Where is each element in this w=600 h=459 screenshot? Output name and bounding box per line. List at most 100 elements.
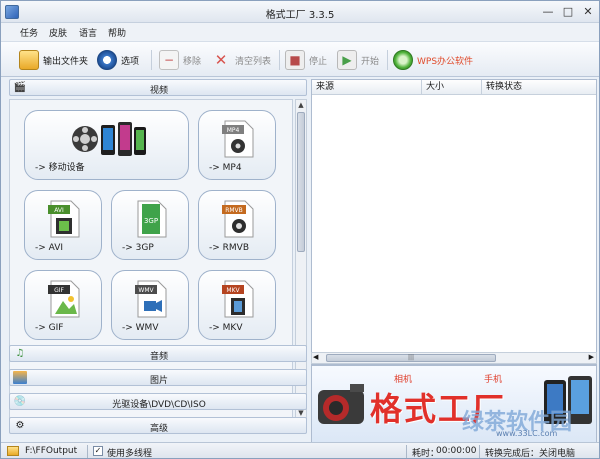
start-label: 开始 xyxy=(361,56,380,67)
toolbar-separator xyxy=(387,50,388,70)
menu-language[interactable]: 语言 xyxy=(79,26,97,39)
category-video[interactable]: 🎬 视频 xyxy=(9,79,307,96)
format-label: -> RMVB xyxy=(209,243,249,253)
menu-skin[interactable]: 皮肤 xyxy=(49,26,67,39)
format-label: -> AVI xyxy=(35,243,64,253)
toolbar-separator xyxy=(279,50,280,70)
category-advanced[interactable]: ⚙ 高级 xyxy=(9,417,307,434)
maximize-button[interactable]: □ xyxy=(559,4,577,19)
options-label: 选项 xyxy=(121,56,140,67)
format-label: -> 移动设备 xyxy=(35,163,85,173)
hscroll-thumb[interactable]: ||| xyxy=(326,354,496,362)
wps-label: WPS办公软件 xyxy=(417,56,474,67)
watermark-url: www.33LC.com xyxy=(496,429,558,438)
category-video-label: 视频 xyxy=(149,86,168,96)
output-folder-button[interactable]: 输出文件夹 xyxy=(19,48,88,72)
format-label: -> 3GP xyxy=(122,243,154,253)
category-image[interactable]: 图片 xyxy=(9,369,307,386)
output-folder-label: 输出文件夹 xyxy=(43,56,89,67)
clear-x-icon: ✕ xyxy=(214,51,228,69)
play-icon: ▶ xyxy=(337,50,357,70)
format-label: -> MP4 xyxy=(209,163,242,173)
output-path[interactable]: F:\FFOutput xyxy=(25,446,77,456)
elapsed-value: 00:00:00 xyxy=(436,446,477,456)
stop-icon: ■ xyxy=(285,50,305,70)
status-separator xyxy=(406,445,407,458)
app-window: 格式工厂 3.3.5 — □ ✕ 任务 皮肤 语言 帮助 输出文件夹 选项 − … xyxy=(0,0,600,459)
format-wmv[interactable]: WMV -> WMV xyxy=(111,270,189,340)
status-bar: F:\FFOutput ✓ 使用多线程 耗时： 00:00:00 转换完成后：关… xyxy=(1,442,599,459)
start-button[interactable]: ▶ 开始 xyxy=(337,48,379,72)
category-disc-label: 光驱设备\DVD\CD\ISO xyxy=(112,400,206,410)
file-badge: AVI xyxy=(54,207,64,214)
clear-list-label: 清空列表 xyxy=(235,56,272,67)
format-mkv[interactable]: MKV -> MKV xyxy=(198,270,276,340)
file-badge: 3GP xyxy=(144,217,158,225)
column-header-size[interactable]: 大小 xyxy=(422,80,482,95)
task-list[interactable]: 来源 大小 转换状态 xyxy=(311,79,597,365)
format-avi[interactable]: AVI -> AVI xyxy=(24,190,102,260)
mp4-file-icon: MP4 xyxy=(222,120,254,158)
rmvb-file-icon: RMVB xyxy=(222,200,254,238)
column-header-source[interactable]: 来源 xyxy=(312,80,422,95)
after-convert-action[interactable]: 转换完成后：关闭电脑 xyxy=(485,446,575,458)
menu-task[interactable]: 任务 xyxy=(20,26,38,39)
title-bar: 格式工厂 3.3.5 — □ ✕ xyxy=(1,1,599,23)
minimize-button[interactable]: — xyxy=(539,4,557,19)
mkv-file-icon: MKV xyxy=(222,280,254,318)
format-label: -> WMV xyxy=(122,323,159,333)
task-list-hscrollbar[interactable]: ◀ ||| ▶ xyxy=(311,352,597,364)
file-badge: WMV xyxy=(138,287,154,294)
scroll-up-icon[interactable]: ▲ xyxy=(296,100,306,110)
format-3gp[interactable]: 3GP -> 3GP xyxy=(111,190,189,260)
folder-icon xyxy=(19,50,39,70)
format-label: -> MKV xyxy=(209,323,243,333)
format-mp4[interactable]: MP4 -> MP4 xyxy=(198,110,276,180)
format-label: -> GIF xyxy=(35,323,64,333)
mobile-device-icon xyxy=(72,122,146,156)
category-advanced-label: 高级 xyxy=(149,424,168,434)
options-button[interactable]: 选项 xyxy=(97,48,139,72)
category-audio[interactable]: ♫ 音频 xyxy=(9,345,307,362)
window-title: 格式工厂 3.3.5 xyxy=(265,10,335,21)
multithread-checkbox[interactable]: ✓ xyxy=(93,446,103,456)
menu-help[interactable]: 帮助 xyxy=(108,26,126,39)
toolbar: 输出文件夹 选项 − 移除 ✕ 清空列表 ■ 停止 ▶ 开始 WPS办公软件 xyxy=(1,41,599,77)
scroll-thumb[interactable] xyxy=(297,112,305,252)
menu-bar: 任务 皮肤 语言 帮助 xyxy=(1,23,599,41)
format-mobile-device[interactable]: -> 移动设备 xyxy=(24,110,189,180)
category-audio-label: 音频 xyxy=(149,352,168,362)
file-badge: RMVB xyxy=(225,207,243,214)
folder-icon[interactable] xyxy=(7,446,19,456)
gif-file-icon: GIF xyxy=(48,280,80,318)
scroll-right-icon[interactable]: ▶ xyxy=(589,353,594,361)
stop-label: 停止 xyxy=(309,56,328,67)
file-badge: MP4 xyxy=(227,127,240,134)
avi-file-icon: AVI xyxy=(48,200,80,238)
multithread-label: 使用多线程 xyxy=(107,449,153,459)
camera-icon xyxy=(318,384,364,424)
category-image-label: 图片 xyxy=(149,376,168,386)
gear-icon xyxy=(97,50,117,70)
file-badge: GIF xyxy=(54,287,64,294)
close-button[interactable]: ✕ xyxy=(579,4,597,19)
3gp-file-icon: 3GP xyxy=(137,200,167,238)
format-gif[interactable]: GIF -> GIF xyxy=(24,270,102,340)
elapsed-label: 耗时： xyxy=(412,449,440,459)
remove-button[interactable]: − 移除 xyxy=(159,48,201,72)
toolbar-separator xyxy=(151,50,152,70)
format-panel: 🎬 视频 -> 移动设备 MP4 -> MP4 AVI -> AVI 3GP -… xyxy=(9,79,307,443)
wps-icon xyxy=(393,50,413,70)
wps-office-button[interactable]: WPS办公软件 xyxy=(393,48,473,72)
category-disc[interactable]: 💿 光驱设备\DVD\CD\ISO xyxy=(9,393,307,410)
format-rmvb[interactable]: RMVB -> RMVB xyxy=(198,190,276,260)
ad-banner[interactable]: 相机 手机 格式工厂 绿茶软件园 www.33LC.com xyxy=(311,365,597,443)
status-separator xyxy=(479,445,480,458)
wmv-file-icon: WMV xyxy=(135,280,167,318)
remove-icon: − xyxy=(159,50,179,70)
file-badge: MKV xyxy=(226,287,240,294)
scroll-left-icon[interactable]: ◀ xyxy=(313,353,318,361)
stop-button[interactable]: ■ 停止 xyxy=(285,48,327,72)
column-header-status[interactable]: 转换状态 xyxy=(482,80,596,95)
clear-list-button[interactable]: ✕ 清空列表 xyxy=(211,48,271,72)
